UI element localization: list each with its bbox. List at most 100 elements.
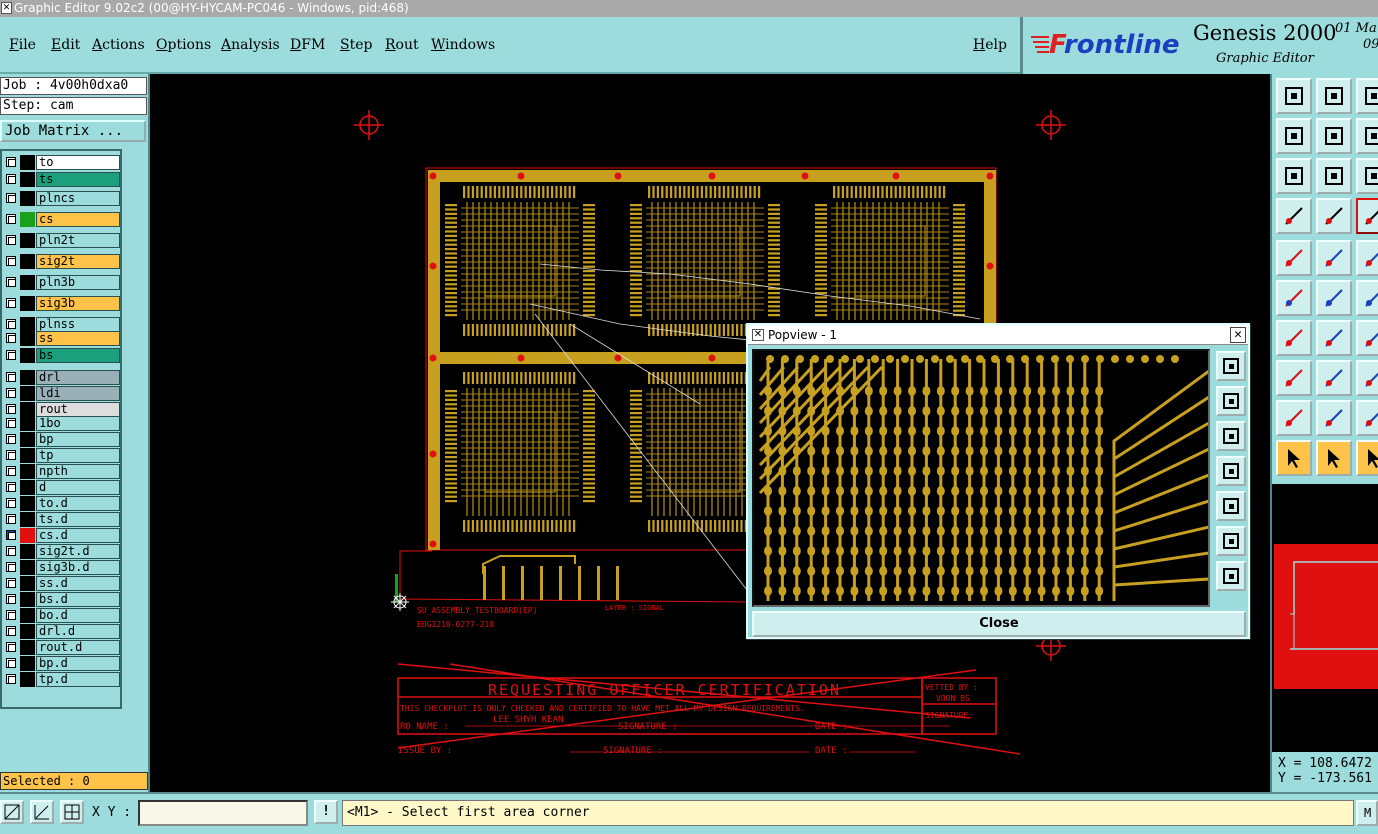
layer-checkbox[interactable]	[6, 466, 16, 476]
popview-close-button[interactable]: Close	[752, 611, 1246, 637]
layer-name[interactable]: plncs	[36, 191, 120, 206]
layer-row-rout[interactable]: rout	[4, 402, 120, 417]
layer-checkbox[interactable]	[6, 214, 16, 224]
layer-row-to-d[interactable]: to.d	[4, 496, 120, 511]
layer-checkbox[interactable]	[6, 594, 16, 604]
add-feature-icon[interactable]	[1276, 240, 1312, 276]
menu-step[interactable]: Step	[340, 37, 372, 53]
layer-row-ss[interactable]: ss	[4, 331, 120, 346]
layer-name[interactable]: d	[36, 480, 120, 495]
layer-checkbox[interactable]	[6, 498, 16, 508]
pop-pan-left-icon[interactable]	[1216, 456, 1246, 486]
layer-color-swatch[interactable]	[20, 656, 35, 671]
xy-input[interactable]	[138, 800, 308, 826]
layer-name[interactable]: bp.d	[36, 656, 120, 671]
layer-color-swatch[interactable]	[20, 432, 35, 447]
layer-name[interactable]: rout	[36, 402, 120, 417]
layer-checkbox[interactable]	[6, 256, 16, 266]
layer-color-swatch[interactable]	[20, 386, 35, 401]
copy-icon[interactable]	[1276, 360, 1312, 396]
tools-icon[interactable]	[1276, 198, 1312, 234]
layer-name[interactable]: sig3b	[36, 296, 120, 311]
layer-checkbox[interactable]	[6, 546, 16, 556]
layer-checkbox[interactable]	[6, 418, 16, 428]
layer-checkbox[interactable]	[6, 674, 16, 684]
layer-name[interactable]: bs.d	[36, 592, 120, 607]
layer-name[interactable]: ts	[36, 172, 120, 187]
pop-fit-icon[interactable]	[1216, 526, 1246, 556]
layer-checkbox[interactable]	[6, 277, 16, 287]
draw-arrow-icon[interactable]	[1316, 320, 1352, 356]
layer-checkbox[interactable]	[6, 626, 16, 636]
layer-row-ldi[interactable]: ldi	[4, 386, 120, 401]
layer-checkbox[interactable]	[6, 372, 16, 382]
path-icon[interactable]	[1316, 400, 1352, 436]
layer-row-pln3b[interactable]: pln3b	[4, 275, 120, 290]
layer-color-swatch[interactable]	[20, 172, 35, 187]
arc-icon[interactable]	[1356, 400, 1378, 436]
layer-row-plnss[interactable]: plnss	[4, 317, 120, 332]
window-close-icon[interactable]: ✕	[1, 2, 12, 14]
pan-right-icon[interactable]	[1316, 118, 1352, 154]
layer-name[interactable]: cs	[36, 212, 120, 227]
layer-name[interactable]: npth	[36, 464, 120, 479]
layer-color-swatch[interactable]	[20, 464, 35, 479]
layer-color-swatch[interactable]	[20, 496, 35, 511]
layer-name[interactable]: 1bo	[36, 416, 120, 431]
layer-checkbox[interactable]	[6, 482, 16, 492]
menu-windows[interactable]: Windows	[431, 37, 495, 53]
layer-color-swatch[interactable]	[20, 254, 35, 269]
layer-name[interactable]: rout.d	[36, 640, 120, 655]
menu-edit[interactable]: Edit	[51, 37, 80, 53]
split-icon[interactable]	[1316, 360, 1352, 396]
layer-row-bp-d[interactable]: bp.d	[4, 656, 120, 671]
pop-center-icon[interactable]	[1216, 561, 1246, 591]
layer-color-swatch[interactable]	[20, 317, 35, 332]
job-matrix-button[interactable]: Job Matrix ...	[0, 120, 146, 142]
measure-icon[interactable]	[30, 800, 54, 824]
layer-row-cs[interactable]: cs	[4, 212, 120, 227]
ruler-icon[interactable]	[1356, 240, 1378, 276]
undo-view-icon[interactable]	[1356, 118, 1378, 154]
layer-checkbox[interactable]	[6, 610, 16, 620]
grid-icon[interactable]	[60, 800, 84, 824]
layer-name[interactable]: ldi	[36, 386, 120, 401]
layer-row-npth[interactable]: npth	[4, 464, 120, 479]
layer-name[interactable]: drl	[36, 370, 120, 385]
layer-name[interactable]: ss	[36, 331, 120, 346]
menu-actions[interactable]: Actions	[92, 37, 145, 53]
mirror-icon[interactable]	[1356, 360, 1378, 396]
layer-row-sig2t-d[interactable]: sig2t.d	[4, 544, 120, 559]
snap-icon[interactable]	[0, 800, 24, 824]
draw-line-icon[interactable]	[1276, 320, 1312, 356]
layer-checkbox[interactable]	[6, 350, 16, 360]
layer-name[interactable]: ss.d	[36, 576, 120, 591]
layer-color-swatch[interactable]	[20, 348, 35, 363]
layer-row-tp[interactable]: tp	[4, 448, 120, 463]
layer-color-swatch[interactable]	[20, 592, 35, 607]
zoom-window-icon[interactable]	[1276, 158, 1312, 194]
layer-checkbox[interactable]	[6, 388, 16, 398]
layer-row-ts-d[interactable]: ts.d	[4, 512, 120, 527]
layer-row-sig3b-d[interactable]: sig3b.d	[4, 560, 120, 575]
triangle-icon[interactable]	[1276, 400, 1312, 436]
mouse-mode-button[interactable]: M	[1356, 800, 1378, 826]
layer-checkbox[interactable]	[6, 157, 16, 167]
layer-color-swatch[interactable]	[20, 560, 35, 575]
zoom-fit-icon[interactable]	[1356, 78, 1378, 114]
layer-row-drl-d[interactable]: drl.d	[4, 624, 120, 639]
layer-row-drl[interactable]: drl	[4, 370, 120, 385]
layer-row-tp-d[interactable]: tp.d	[4, 672, 120, 687]
pop-zoom-out-icon[interactable]	[1216, 421, 1246, 451]
minimap[interactable]	[1272, 484, 1378, 752]
layer-color-swatch[interactable]	[20, 370, 35, 385]
rotate-icon[interactable]	[1356, 320, 1378, 356]
layer-color-swatch[interactable]	[20, 512, 35, 527]
layer-checkbox[interactable]	[6, 434, 16, 444]
layer-checkbox[interactable]	[6, 658, 16, 668]
layer-name[interactable]: sig2t	[36, 254, 120, 269]
zoom-in-icon[interactable]	[1316, 78, 1352, 114]
layer-name[interactable]: tp.d	[36, 672, 120, 687]
layer-color-swatch[interactable]	[20, 448, 35, 463]
layer-name[interactable]: bs	[36, 348, 120, 363]
